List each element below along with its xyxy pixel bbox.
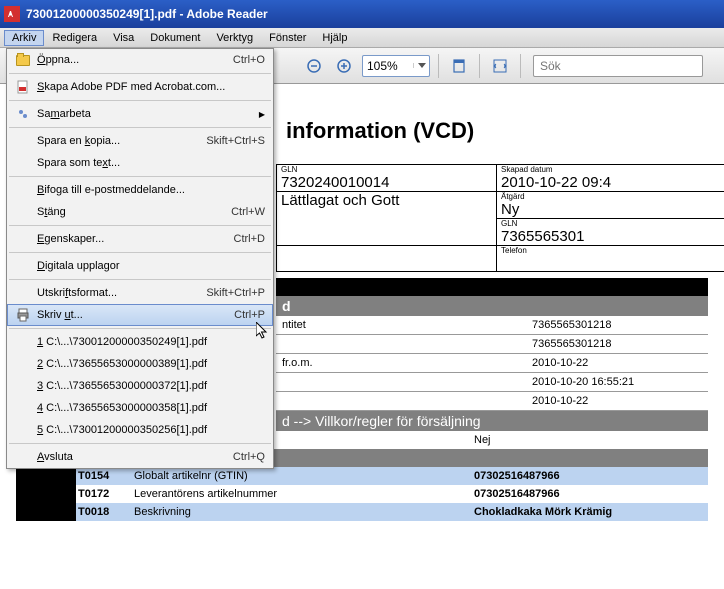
collaborate-icon — [16, 107, 30, 121]
section-header-2: d --> Villkor/regler för försäljning — [276, 411, 708, 431]
menu-recent-2[interactable]: 2 C:\...\73655653000000389[1].pdf — [7, 353, 273, 375]
menu-save-copy[interactable]: Spara en kopia... Skift+Ctrl+S — [7, 130, 273, 152]
section-header: d — [276, 296, 708, 316]
title-bar: 73001200000350249[1].pdf - Adobe Reader — [0, 0, 724, 28]
table-row: T0154Globalt artikelnr (GTIN)07302516487… — [16, 467, 708, 485]
zoom-field[interactable] — [362, 55, 430, 77]
zoom-in-button[interactable] — [332, 54, 356, 78]
menu-recent-3[interactable]: 3 C:\...\73655653000000372[1].pdf — [7, 375, 273, 397]
menu-save-text[interactable]: Spara som text... — [7, 152, 273, 174]
table-row: T0172Leverantörens artikelnummer07302516… — [16, 485, 708, 503]
window-title: 73001200000350249[1].pdf - Adobe Reader — [26, 7, 268, 21]
data-row: fr.o.m.2010-10-22 — [276, 354, 708, 373]
company-name: Lättlagat och Gott — [281, 192, 399, 209]
fit-width-button[interactable] — [488, 54, 512, 78]
data-row: ntitet7365565301218 — [276, 316, 708, 335]
menu-recent-1[interactable]: 1 C:\...\73001200000350249[1].pdf — [7, 331, 273, 353]
pdf-icon — [16, 80, 30, 94]
menu-print[interactable]: Skriv ut... Ctrl+P — [7, 304, 273, 326]
menu-digital-editions[interactable]: Digitala upplagor — [7, 255, 273, 277]
menu-redigera[interactable]: Redigera — [44, 30, 105, 46]
zoom-out-button[interactable] — [302, 54, 326, 78]
data-row: 2010-10-20 16:55:21 — [276, 373, 708, 392]
page-title: information (VCD) — [286, 118, 708, 144]
menu-arkiv[interactable]: Arkiv — [4, 30, 44, 46]
data-row: 7365565301218 — [276, 335, 708, 354]
menu-attach-email[interactable]: Bifoga till e-postmeddelande... — [7, 179, 273, 201]
arkiv-dropdown: Öppna... Ctrl+O Skapa Adobe PDF med Acro… — [6, 48, 274, 469]
zoom-dropdown-icon[interactable] — [413, 63, 429, 68]
menu-recent-5[interactable]: 5 C:\...\73001200000350256[1].pdf — [7, 419, 273, 441]
header-table: GLN7320240010014 Skapad datum2010-10-22 … — [276, 164, 724, 272]
menu-verktyg[interactable]: Verktyg — [208, 30, 261, 46]
fit-page-button[interactable] — [447, 54, 471, 78]
search-box[interactable] — [533, 55, 703, 77]
menu-exit[interactable]: Avsluta Ctrl+Q — [7, 446, 273, 468]
menu-properties[interactable]: Egenskaper... Ctrl+D — [7, 228, 273, 250]
menu-print-format[interactable]: Utskriftsformat... Skift+Ctrl+P — [7, 282, 273, 304]
data-row: 2010-10-22 — [276, 392, 708, 411]
menu-collaborate[interactable]: Samarbeta — [7, 103, 273, 125]
menu-close[interactable]: Stäng Ctrl+W — [7, 201, 273, 223]
adobe-reader-icon — [4, 6, 20, 22]
table-row: T0018BeskrivningChokladkaka Mörk Krämig — [16, 503, 708, 521]
menu-hjalp[interactable]: Hjälp — [314, 30, 355, 46]
menu-recent-4[interactable]: 4 C:\...\73655653000000358[1].pdf — [7, 397, 273, 419]
menu-bar: Arkiv Redigera Visa Dokument Verktyg Fön… — [0, 28, 724, 48]
menu-visa[interactable]: Visa — [105, 30, 142, 46]
menu-dokument[interactable]: Dokument — [142, 30, 208, 46]
menu-open[interactable]: Öppna... Ctrl+O — [7, 49, 273, 71]
print-icon — [11, 308, 35, 322]
menu-fonster[interactable]: Fönster — [261, 30, 314, 46]
zoom-input[interactable] — [363, 57, 413, 75]
menu-create-pdf[interactable]: Skapa Adobe PDF med Acrobat.com... — [7, 76, 273, 98]
search-input[interactable] — [534, 57, 702, 75]
folder-icon — [16, 55, 30, 66]
